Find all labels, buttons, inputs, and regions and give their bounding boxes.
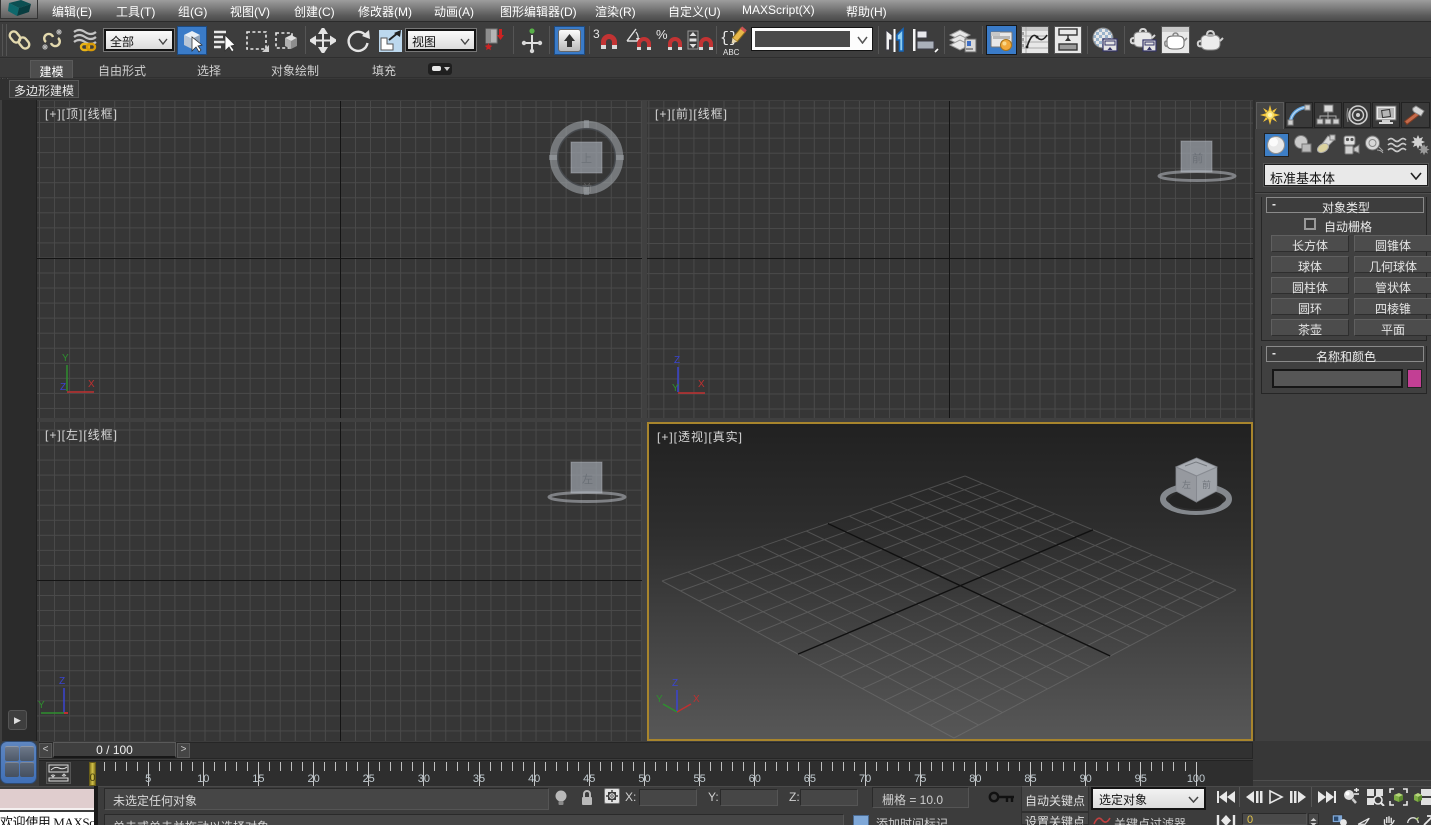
svg-text:3: 3	[593, 27, 600, 41]
svg-text:上: 上	[581, 152, 592, 165]
svg-text:Y: Y	[656, 694, 663, 705]
svg-text:%: %	[656, 27, 668, 42]
svg-text:X: X	[693, 694, 700, 705]
svg-text:Y: Y	[62, 353, 69, 364]
svg-text:Y: Y	[38, 700, 45, 711]
svg-text:Z: Z	[60, 382, 66, 393]
svg-text:左: 左	[1182, 479, 1191, 490]
svg-text:Z: Z	[59, 676, 65, 687]
svg-text:X: X	[698, 379, 705, 390]
svg-text:左: 左	[582, 473, 593, 486]
svg-text:X: X	[88, 379, 95, 390]
svg-text:Z: Z	[674, 355, 680, 366]
svg-text:前: 前	[1192, 151, 1203, 165]
svg-text:前: 前	[582, 182, 592, 195]
svg-text:Z: Z	[672, 678, 678, 689]
svg-text:前: 前	[1202, 479, 1211, 490]
svg-text:ABC: ABC	[723, 48, 740, 56]
svg-text:Y: Y	[672, 383, 679, 394]
